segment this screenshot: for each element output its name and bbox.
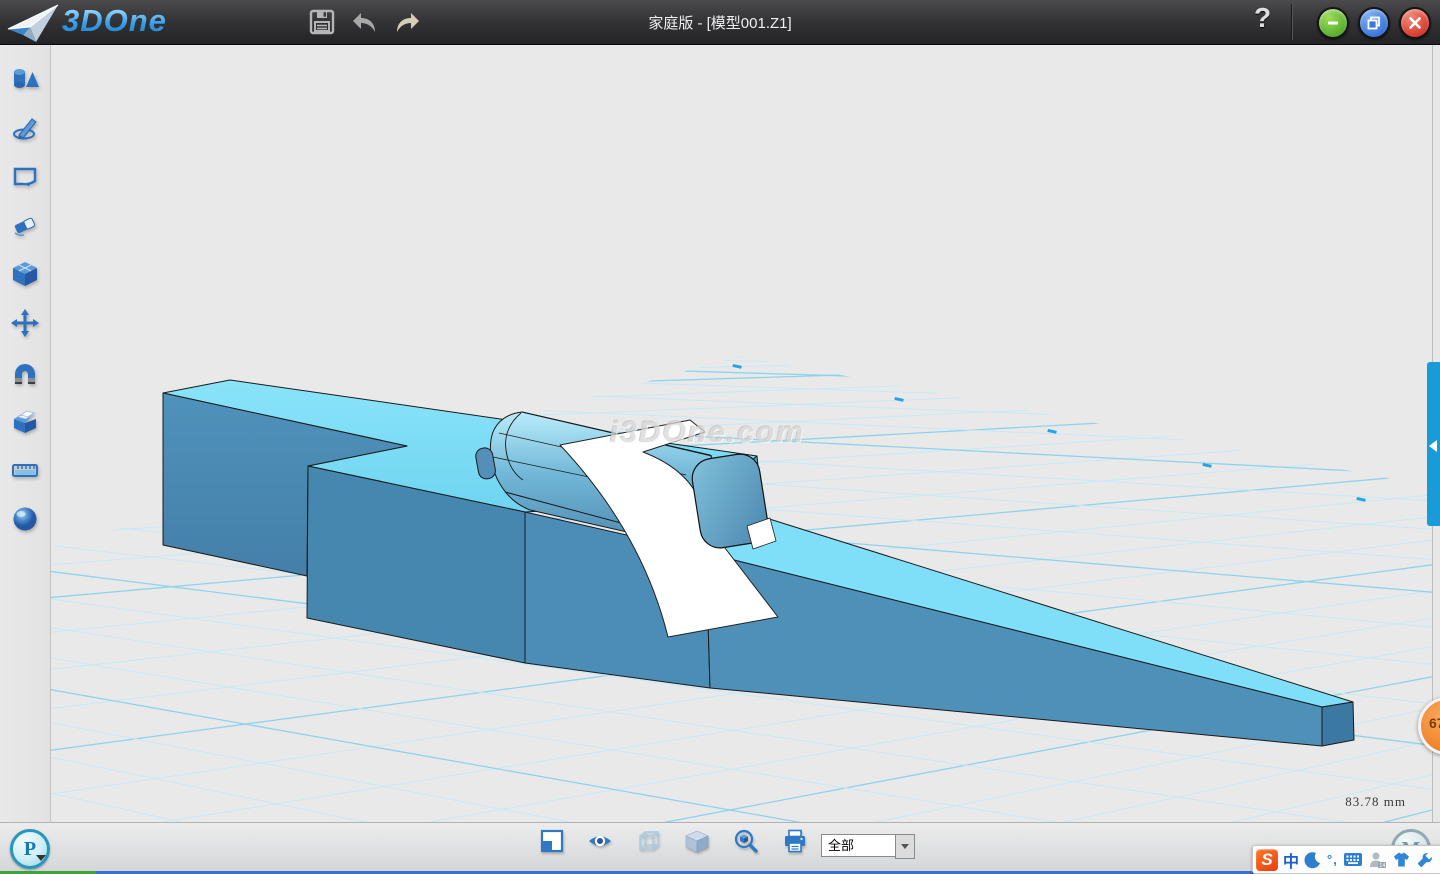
flyout-panel-handle[interactable] — [1427, 362, 1440, 526]
move-transform-icon[interactable] — [10, 308, 40, 338]
window-title: 家庭版 - [模型001.Z1] — [400, 12, 1040, 33]
close-button[interactable] — [1399, 7, 1431, 39]
profile-icon[interactable]: 14 — [1368, 851, 1387, 869]
shaded-cube-icon[interactable] — [684, 828, 710, 854]
scale-indicator: 83.78 mm — [1345, 794, 1406, 810]
save-icon[interactable] — [307, 7, 337, 37]
skin-tshirt-icon[interactable] — [1392, 851, 1411, 868]
eraser-edit-icon[interactable] — [10, 210, 40, 240]
bottom-toolbar: P 全部 M — [0, 822, 1440, 872]
solid-primitives-icon[interactable] — [10, 63, 40, 93]
view-plane-icon[interactable] — [539, 828, 565, 854]
visibility-eye-icon[interactable] — [587, 828, 613, 854]
measure-gauge-icon[interactable] — [10, 455, 40, 485]
model-bow-endcap — [1322, 702, 1354, 746]
sogou-logo-icon[interactable]: S — [1256, 849, 1278, 871]
help-icon[interactable]: ? — [1254, 2, 1271, 34]
close-icon — [1407, 15, 1423, 31]
print-icon[interactable] — [782, 828, 808, 854]
magnet-snap-icon[interactable] — [10, 357, 40, 387]
punctuation-icon[interactable]: °, — [1327, 852, 1338, 867]
app-logo-paper-plane-icon — [6, 2, 60, 42]
restore-button[interactable] — [1358, 7, 1390, 39]
ime-toolbar: S 中 °, 14 — [1252, 845, 1440, 874]
model-bow-face — [706, 553, 1322, 746]
filter-dropdown-arrow[interactable] — [895, 834, 915, 859]
feature-cube-icon[interactable] — [10, 259, 40, 289]
minimize-button[interactable] — [1317, 7, 1349, 39]
titlebar: 3DOne 家庭版 - [模型001.Z1] ? — [0, 0, 1440, 45]
wireframe-cube-icon[interactable] — [636, 828, 662, 854]
left-toolbar — [0, 44, 51, 822]
plugin-badge[interactable]: P — [10, 829, 50, 869]
restore-icon — [1366, 15, 1382, 31]
assembly-box-icon[interactable] — [10, 406, 40, 436]
watermark: i3DOne.com — [610, 416, 805, 450]
zoom-fit-icon[interactable] — [733, 828, 759, 854]
brand-logo-text: 3DOne — [62, 3, 167, 39]
chevron-left-icon — [1429, 440, 1437, 452]
settings-wrench-icon[interactable] — [1416, 851, 1434, 869]
undo-icon[interactable] — [350, 7, 380, 37]
titlebar-divider — [1292, 4, 1293, 40]
filter-dropdown[interactable]: 全部 — [821, 834, 902, 857]
minus-icon — [1325, 15, 1341, 31]
soft-keyboard-icon[interactable] — [1343, 852, 1363, 867]
viewport-3d[interactable]: i3DOne.com — [50, 44, 1432, 822]
night-mode-icon[interactable] — [1304, 851, 1322, 869]
chinese-mode-icon[interactable]: 中 — [1283, 848, 1299, 872]
sketch-plane-icon[interactable] — [10, 161, 40, 191]
profile-badge: 14 — [1379, 863, 1385, 869]
plugin-caret-icon[interactable] — [36, 855, 46, 861]
sketch-draw-icon[interactable] — [10, 112, 40, 142]
material-sphere-icon[interactable] — [10, 504, 40, 534]
